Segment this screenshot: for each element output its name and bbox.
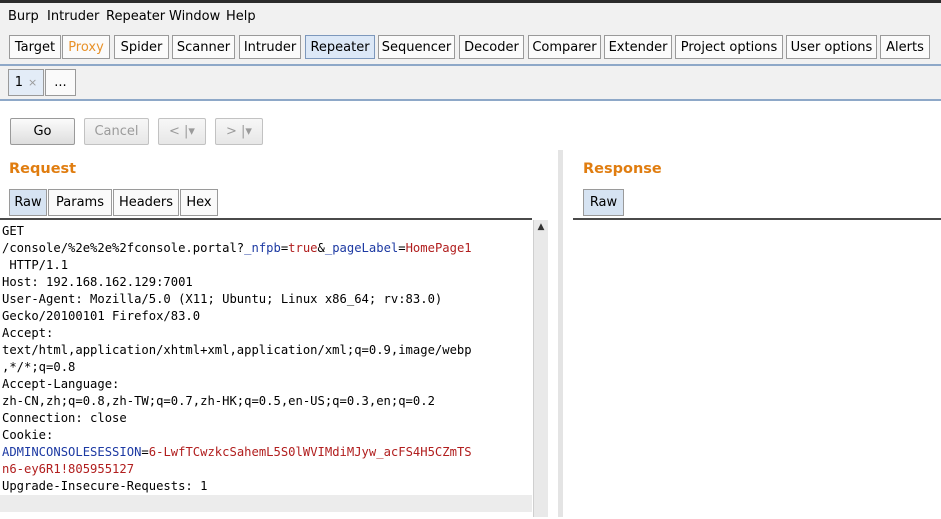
request-line: Cookie: [2, 428, 54, 442]
tab-proxy[interactable]: Proxy [62, 35, 110, 59]
repeater-tab-1-label: 1 [14, 75, 24, 90]
tab-user-options[interactable]: User options [786, 35, 877, 59]
request-line: Upgrade-Insecure-Requests: 1 [2, 479, 208, 493]
request-line: Accept: [2, 326, 54, 340]
tab-target[interactable]: Target [9, 35, 61, 59]
current-line-highlight [0, 495, 532, 512]
request-editor[interactable]: GET /console/%2e%2e%2fconsole.portal?_nf… [0, 218, 532, 519]
split-pane-divider[interactable] [558, 150, 563, 517]
param-name: _nfpb [244, 241, 281, 255]
request-line: /console/%2e%2e%2fconsole.portal? [2, 241, 245, 255]
menu-repeater[interactable]: Repeater [106, 9, 165, 24]
history-forward-button[interactable]: > |▾ [215, 118, 263, 145]
menu-bar: Burp Intruder Repeater Window Help [0, 3, 941, 31]
param-value: HomePage1 [405, 241, 472, 255]
repeater-tab-1[interactable]: 1 × [8, 69, 44, 96]
request-line: Gecko/20100101 Firefox/83.0 [2, 309, 201, 323]
request-tab-hex[interactable]: Hex [180, 189, 218, 216]
go-button[interactable]: Go [10, 118, 75, 145]
history-back-button[interactable]: < |▾ [158, 118, 206, 145]
request-line: Host: 192.168.162.129:7001 [2, 275, 193, 289]
tab-project-options[interactable]: Project options [675, 35, 783, 59]
request-line: ,*/*;q=0.8 [2, 360, 76, 374]
cookie-value-continued: n6-ey6R1!805955127 [2, 462, 135, 476]
request-tab-params[interactable]: Params [48, 189, 112, 216]
request-line: User-Agent: Mozilla/5.0 (X11; Ubuntu; Li… [2, 292, 443, 306]
menu-intruder[interactable]: Intruder [47, 9, 99, 24]
menu-help[interactable]: Help [226, 9, 256, 24]
request-line: text/html,application/xhtml+xml,applicat… [2, 343, 472, 357]
tab-scanner[interactable]: Scanner [172, 35, 235, 59]
request-text[interactable]: GET /console/%2e%2e%2fconsole.portal?_nf… [0, 220, 532, 495]
main-tab-bar: Target Proxy Spider Scanner Intruder Rep… [0, 31, 941, 66]
tab-sequencer[interactable]: Sequencer [378, 35, 455, 59]
request-tab-headers[interactable]: Headers [113, 189, 179, 216]
param-equals: = [398, 241, 406, 255]
request-line: Accept-Language: [2, 377, 120, 391]
new-tab-button[interactable]: ... [45, 69, 76, 96]
cookie-equals: = [141, 445, 149, 459]
response-editor[interactable] [573, 218, 941, 519]
repeater-subtab-bar: 1 × ... [0, 66, 941, 101]
request-title: Request [9, 161, 77, 177]
request-line: GET [2, 224, 25, 238]
request-line: Connection: close [2, 411, 127, 425]
cancel-button[interactable]: Cancel [84, 118, 149, 145]
menu-burp[interactable]: Burp [8, 9, 39, 24]
param-name: _pageLabel [324, 241, 399, 255]
scroll-up-arrow-icon[interactable]: ▲ [534, 222, 548, 236]
request-scrollbar[interactable]: ▲ [533, 220, 548, 517]
request-line: zh-CN,zh;q=0.8,zh-TW;q=0.7,zh-HK;q=0.5,e… [2, 394, 435, 408]
tab-repeater[interactable]: Repeater [305, 35, 375, 59]
tab-spider[interactable]: Spider [114, 35, 169, 59]
tab-decoder[interactable]: Decoder [459, 35, 524, 59]
param-separator: & [317, 241, 325, 255]
request-tab-raw[interactable]: Raw [9, 189, 47, 216]
request-line: HTTP/1.1 [2, 258, 69, 272]
tab-comparer[interactable]: Comparer [528, 35, 601, 59]
response-tab-raw[interactable]: Raw [583, 189, 624, 216]
cookie-value: 6-LwfTCwzkcSahemL5S0lWVIMdiMJyw_acFS4H5C… [148, 445, 472, 459]
close-icon[interactable]: × [28, 76, 37, 89]
tab-intruder[interactable]: Intruder [239, 35, 301, 59]
tab-alerts[interactable]: Alerts [880, 35, 930, 59]
menu-window[interactable]: Window [169, 9, 220, 24]
param-value: true [288, 241, 318, 255]
tab-extender[interactable]: Extender [604, 35, 672, 59]
response-title: Response [583, 161, 662, 177]
cookie-name: ADMINCONSOLESESSION [2, 445, 142, 459]
